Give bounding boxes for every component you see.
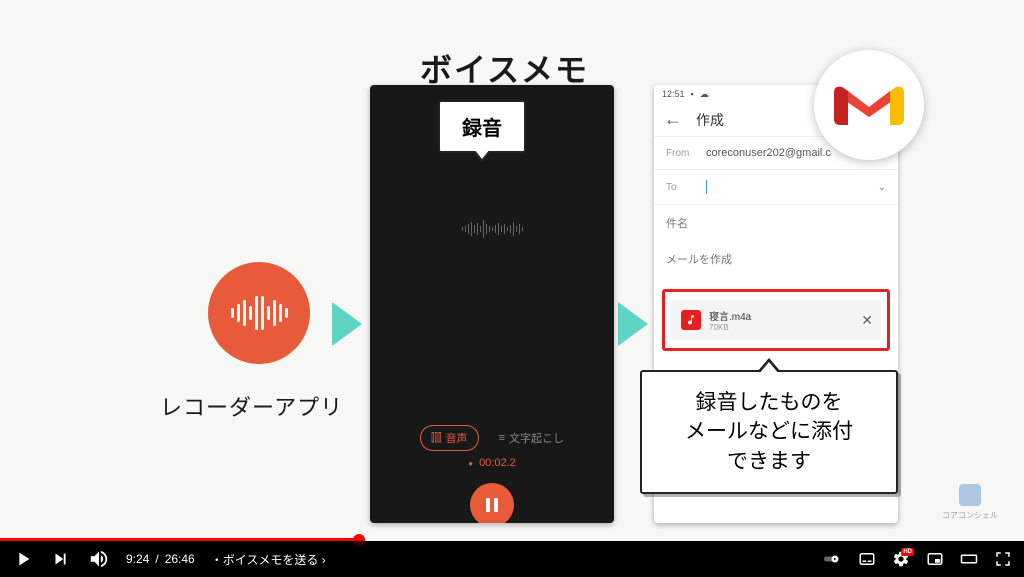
body-row[interactable]: メールを作成	[654, 241, 898, 277]
player-controls: 9:24 / 26:46 ・ボイスメモを送る › HD	[0, 541, 1024, 577]
settings-button[interactable]: HD	[892, 550, 910, 568]
subject-row[interactable]: 件名	[654, 204, 898, 241]
next-button[interactable]	[50, 548, 72, 570]
watermark: コアコンシェル	[942, 484, 998, 521]
gmail-logo-badge	[814, 50, 924, 160]
callout-recording: 録音	[438, 100, 526, 153]
callout-attachment: 録音したものを メールなどに添付 できます	[640, 370, 898, 494]
chevron-down-icon[interactable]: ⌄	[878, 182, 886, 193]
recorder-app-icon	[208, 262, 310, 364]
remove-attachment-icon[interactable]: ✕	[861, 312, 873, 329]
to-row[interactable]: To ⌄	[654, 169, 898, 204]
gmail-icon	[834, 79, 904, 131]
back-arrow-icon[interactable]: ←	[664, 109, 682, 130]
theater-button[interactable]	[960, 550, 978, 568]
recorder-app-label: レコーダーアプリ	[160, 390, 343, 422]
time-display: 9:24 / 26:46	[126, 552, 195, 566]
compose-title: 作成	[696, 110, 724, 130]
hd-badge: HD	[901, 548, 914, 556]
waveform	[370, 207, 614, 251]
arrow-icon	[618, 302, 648, 346]
pause-button[interactable]	[470, 483, 514, 523]
miniplayer-button[interactable]	[926, 550, 944, 568]
captions-button[interactable]	[858, 550, 876, 568]
recording-timer: 00:02.2	[370, 457, 614, 469]
play-button[interactable]	[12, 548, 34, 570]
chevron-right-icon: ›	[322, 553, 326, 567]
audio-file-icon	[681, 310, 701, 330]
fullscreen-button[interactable]	[994, 550, 1012, 568]
cloud-icon: ☁	[700, 89, 709, 100]
arrow-icon	[332, 302, 362, 346]
text-cursor	[706, 180, 707, 194]
watermark-icon	[959, 484, 981, 506]
attachment-pill[interactable]: 寝言.m4a 70KB ✕	[671, 300, 881, 340]
autoplay-toggle[interactable]	[824, 550, 842, 568]
volume-button[interactable]	[88, 548, 110, 570]
waveform-small-icon: ⫿⫿⫿	[431, 432, 442, 445]
notification-dot-icon: ▪	[691, 89, 694, 99]
pause-icon	[486, 498, 498, 512]
video-content: ボイスメモ レコーダーアプリ ⫿⫿⫿	[0, 0, 1024, 541]
tab-audio[interactable]: ⫿⫿⫿ 音声	[420, 425, 479, 451]
attachment-highlight: 寝言.m4a 70KB ✕	[662, 289, 890, 351]
lines-icon: ≡	[499, 432, 505, 444]
chapter-title[interactable]: ・ボイスメモを送る ›	[211, 551, 326, 568]
tab-transcribe[interactable]: ≡ 文字起こし	[499, 425, 564, 451]
